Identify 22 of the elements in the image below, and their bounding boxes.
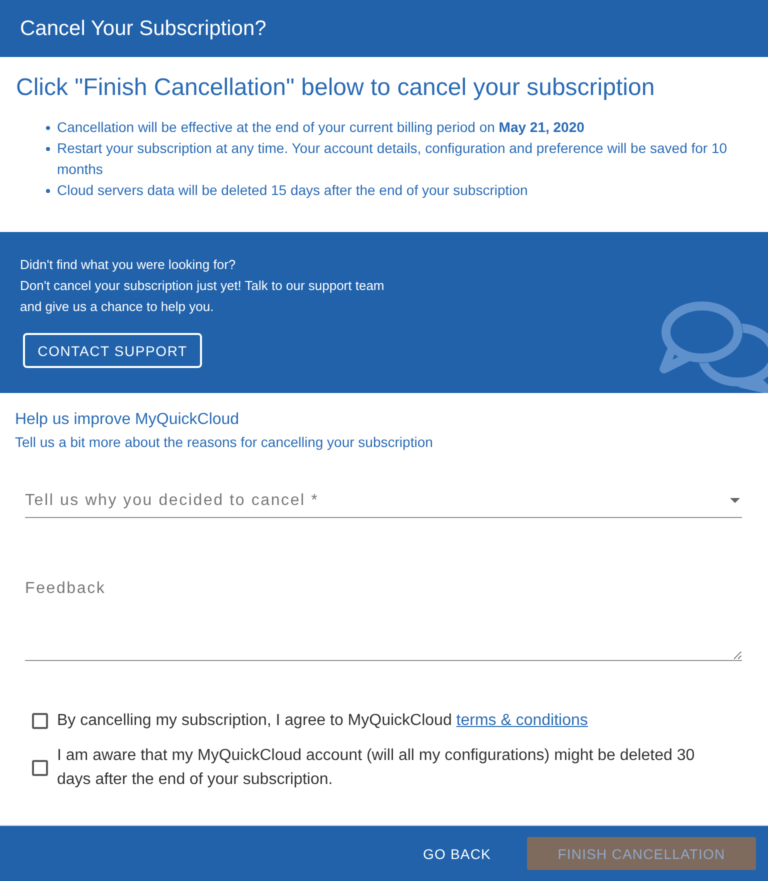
agreement-text: By cancelling my subscription, I agree to MyQuickCloud terms & conditions	[57, 711, 588, 731]
reason-select[interactable]: Tell us why you decided to cancel *	[25, 484, 742, 518]
caret-icon	[730, 498, 740, 503]
bullet-icon	[46, 189, 50, 193]
bullet-icon	[46, 126, 50, 130]
go-back-button[interactable]: GO BACK	[407, 837, 507, 870]
form-title: Help us improve MyQuickCloud	[15, 410, 240, 430]
bullet-text: Cancellation will be effective at the end of your current billing period on May 21, 2020	[57, 118, 584, 137]
agreement-text: I am aware that my MyQuickCloud account (will all my configurations) might be deleted 30 days after the end of your subscription.	[57, 746, 696, 790]
bullet-text: Restart your subscription at any time. Your account details, configuration and preference will be saved for 10 months	[57, 139, 728, 179]
banner-message: Don't cancel your subscription just yet! Talk to our support team and give us a chance to help you.	[20, 277, 386, 316]
intro-heading: Click "Finish Cancellation" below to cancel your subscription	[16, 73, 656, 103]
bullet-text: Cloud servers data will be deleted 15 days after the end of your subscription	[57, 181, 528, 200]
contact-support-button[interactable]: CONTACT SUPPORT	[23, 333, 202, 368]
checkbox[interactable]	[32, 713, 48, 729]
bullet-icon	[46, 147, 50, 151]
banner-question: Didn't find what you were looking for?	[20, 256, 237, 274]
dialog-title: Cancel Your Subscription?	[20, 16, 266, 42]
terms-link[interactable]: terms & conditions	[456, 712, 588, 729]
feedback-field[interactable]: Feedback	[25, 569, 742, 661]
form-subtitle: Tell us a bit more about the reasons for cancelling your subscription	[15, 433, 434, 452]
checkbox[interactable]	[32, 760, 48, 776]
